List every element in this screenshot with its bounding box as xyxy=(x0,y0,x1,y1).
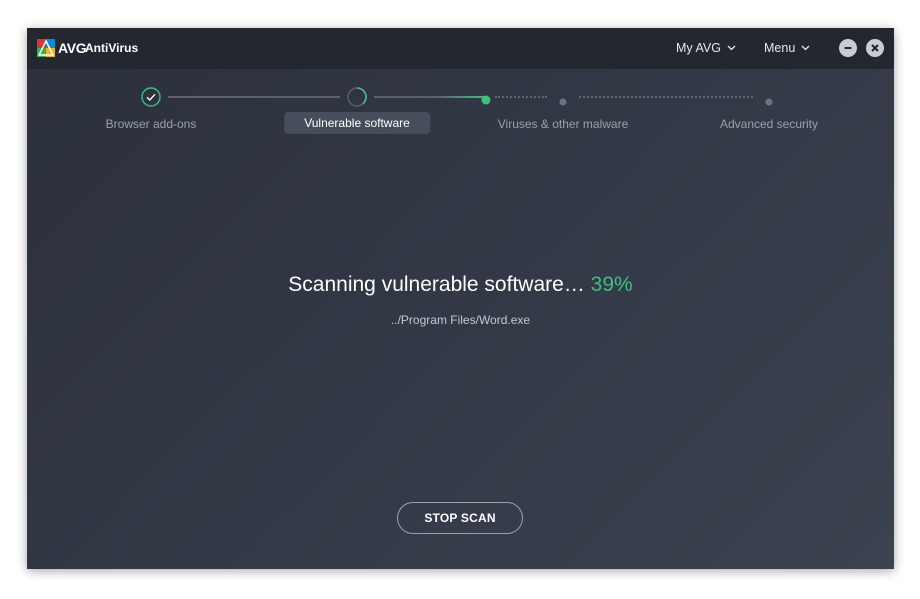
step-vulnerable-software-progress-icon xyxy=(347,87,367,112)
progress-head-dot xyxy=(481,92,491,110)
avg-antivirus-window: AVG AntiVirus My AVG Menu Browser add-on… xyxy=(27,28,894,569)
step-label-vulnerable-software[interactable]: Vulnerable software xyxy=(284,112,430,134)
step-label-advanced-security[interactable]: Advanced security xyxy=(720,117,818,131)
product-name: AntiVirus xyxy=(85,41,139,55)
close-icon xyxy=(871,44,879,52)
step-label-viruses-malware[interactable]: Viruses & other malware xyxy=(498,117,629,131)
stop-scan-button[interactable]: STOP SCAN xyxy=(397,502,523,534)
menu-label: Menu xyxy=(764,41,796,55)
scan-status-heading: Scanning vulnerable software… 39% xyxy=(27,273,894,297)
step-connector-3 xyxy=(579,96,753,98)
my-avg-button[interactable]: My AVG xyxy=(676,41,736,55)
title-bar: AVG AntiVirus My AVG Menu xyxy=(27,28,894,69)
scan-status-text: Scanning vulnerable software… xyxy=(288,273,585,296)
scan-percent: 39% xyxy=(590,273,633,296)
step-label-browser-addons[interactable]: Browser add-ons xyxy=(106,117,197,131)
step-browser-addons-done-icon xyxy=(141,87,161,112)
my-avg-label: My AVG xyxy=(676,41,721,55)
current-file-path: ../Program Files/Word.exe xyxy=(390,313,531,327)
chevron-down-icon xyxy=(727,45,736,51)
checkmark-circle-icon xyxy=(141,87,161,107)
close-button[interactable] xyxy=(866,39,884,57)
step-connector-1 xyxy=(168,96,340,98)
step-connector-2-remaining xyxy=(495,96,547,98)
menu-button[interactable]: Menu xyxy=(764,41,810,55)
brand-name: AVG xyxy=(58,40,87,56)
chevron-down-icon xyxy=(801,45,810,51)
avg-logo-icon xyxy=(37,39,55,57)
minimize-icon xyxy=(844,47,852,49)
step-advanced-pending-dot xyxy=(765,93,773,111)
step-viruses-pending-dot xyxy=(559,93,567,111)
minimize-button[interactable] xyxy=(839,39,857,57)
step-connector-2-progress xyxy=(434,96,486,98)
progress-ring-icon xyxy=(347,87,367,107)
